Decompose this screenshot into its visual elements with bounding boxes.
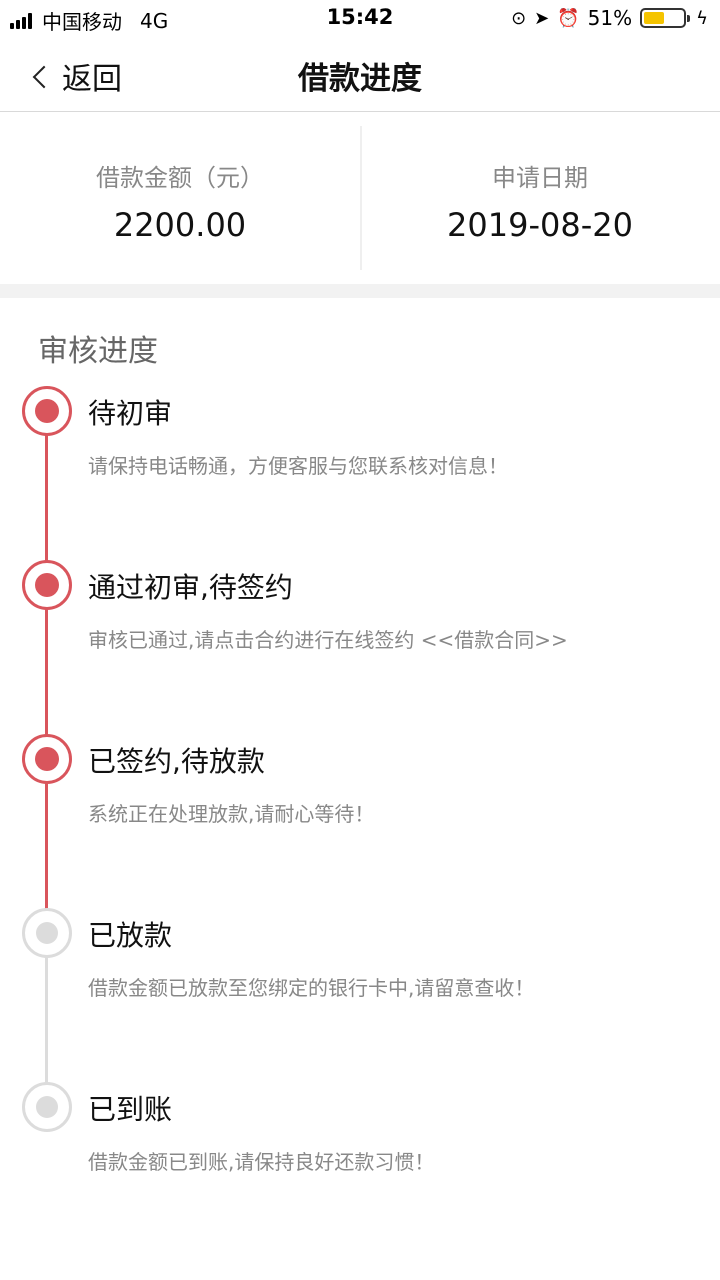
charging-icon: ϟ <box>696 7 708 29</box>
page-title: 借款进度 <box>298 61 422 97</box>
summary-divider <box>360 126 362 270</box>
battery-fill <box>644 12 664 24</box>
progress-step: 通过初审,待签约 审核已通过,请点击合约进行在线签约 <<借款合同>> <box>0 560 720 680</box>
step-desc-contract-link[interactable]: 审核已通过,请点击合约进行在线签约 <<借款合同>> <box>88 624 568 653</box>
step-title: 已放款 <box>88 919 173 952</box>
status-bar: 中国移动 4G 15:42 ⊙ ➤ ⏰ 51% ϟ <box>0 0 720 36</box>
step-desc: 请保持电话畅通，方便客服与您联系核对信息！ <box>88 454 508 478</box>
step-desc: 借款金额已放款至您绑定的银行卡中,请留意查收！ <box>88 976 535 1000</box>
date-value: 2019-08-20 <box>447 206 633 244</box>
step-status-icon <box>22 734 72 784</box>
progress-step: 已到账 借款金额已到账,请保持良好还款习惯！ <box>0 1082 720 1202</box>
step-desc: 系统正在处理放款,请耐心等待！ <box>88 802 375 826</box>
step-status-icon <box>22 1082 72 1132</box>
date-label: 申请日期 <box>492 164 588 192</box>
section-gap <box>0 284 720 298</box>
alarm-icon: ⏰ <box>557 7 580 29</box>
step-title: 已签约,待放款 <box>88 745 265 778</box>
step-title: 已到账 <box>88 1093 173 1126</box>
progress-step: 已签约,待放款 系统正在处理放款,请耐心等待！ <box>0 734 720 854</box>
location-icon: ➤ <box>534 7 550 29</box>
amount-value: 2200.00 <box>113 206 247 244</box>
battery-icon <box>640 8 691 28</box>
progress-step: 待初审 请保持电话畅通，方便客服与您联系核对信息！ <box>0 386 720 506</box>
step-status-icon <box>22 386 72 436</box>
orientation-lock-icon: ⊙ <box>511 7 527 29</box>
battery-percent: 51% <box>587 6 633 30</box>
step-status-icon <box>22 560 72 610</box>
progress-title: 审核进度 <box>38 334 158 369</box>
date-block: 申请日期 2019-08-20 <box>360 112 720 284</box>
progress-step: 已放款 借款金额已放款至您绑定的银行卡中,请留意查收！ <box>0 908 720 1028</box>
step-status-icon <box>22 908 72 958</box>
status-right: ⊙ ➤ ⏰ 51% ϟ <box>503 6 708 30</box>
amount-block: 借款金额（元） 2200.00 <box>0 112 360 284</box>
nav-bar: 返回 借款进度 <box>0 36 720 112</box>
loan-summary: 借款金额（元） 2200.00 申请日期 2019-08-20 <box>0 112 720 284</box>
step-desc: 借款金额已到账,请保持良好还款习惯！ <box>88 1150 435 1174</box>
amount-label: 借款金额（元） <box>96 164 264 192</box>
step-title: 通过初审,待签约 <box>88 571 293 604</box>
step-title: 待初审 <box>88 397 173 430</box>
